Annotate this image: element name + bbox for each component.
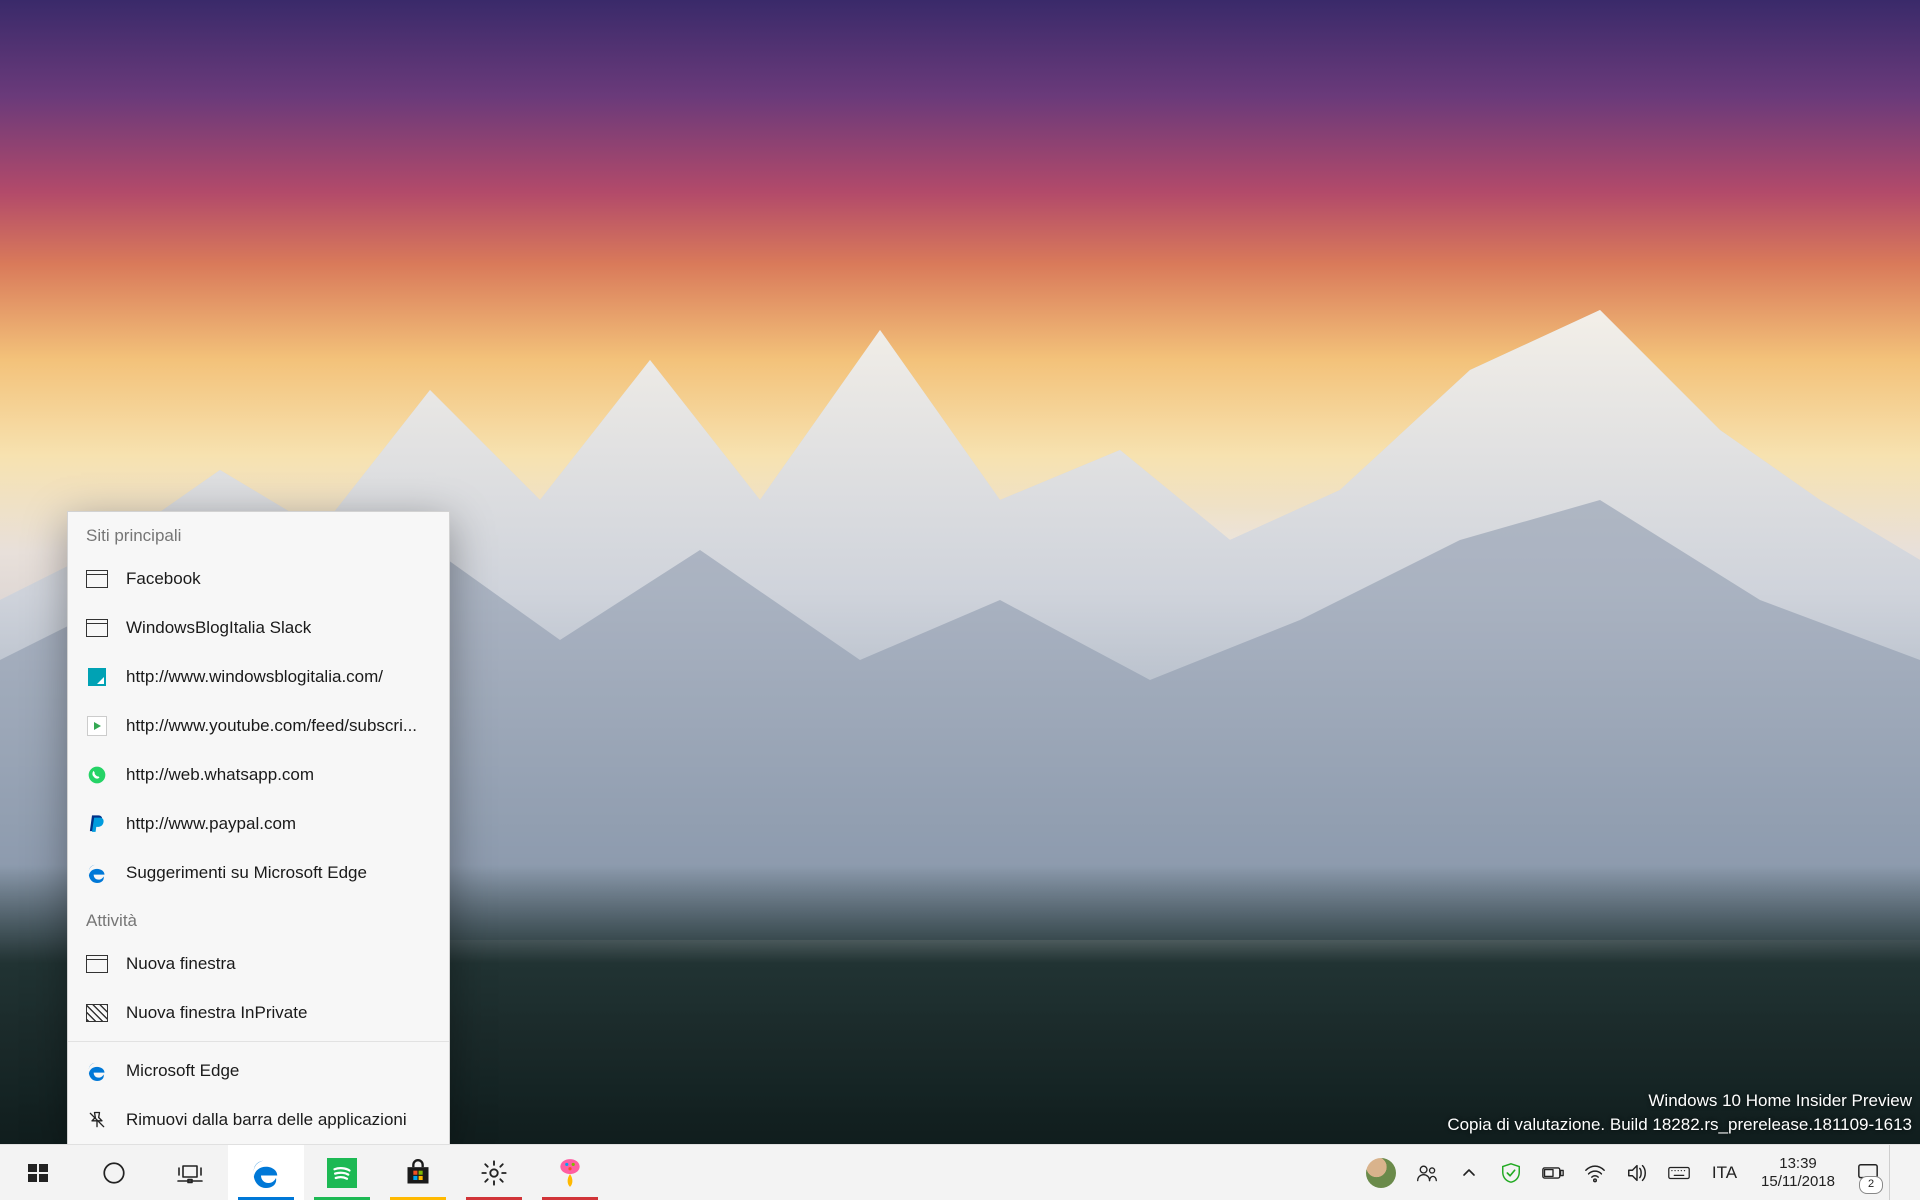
- jumplist-task-new-window[interactable]: Nuova finestra: [68, 939, 449, 988]
- taskbar: ITA 13:39 15/11/2018 2: [0, 1144, 1920, 1200]
- whatsapp-icon: [86, 764, 108, 786]
- tray-clock[interactable]: 13:39 15/11/2018: [1749, 1145, 1847, 1200]
- avatar-icon: [1366, 1158, 1396, 1188]
- taskbar-app-paint3d[interactable]: [532, 1145, 608, 1200]
- edge-jumplist: Siti principali Facebook WindowsBlogItal…: [67, 511, 450, 1145]
- taskbar-tray: ITA 13:39 15/11/2018 2: [1356, 1145, 1920, 1200]
- chevron-up-icon: [1458, 1162, 1480, 1184]
- jumplist-item-label: http://web.whatsapp.com: [126, 765, 314, 785]
- jumplist-app-name[interactable]: Microsoft Edge: [68, 1046, 449, 1095]
- jumplist-unpin[interactable]: Rimuovi dalla barra delle applicazioni: [68, 1095, 449, 1144]
- volume-icon: [1626, 1162, 1648, 1184]
- taskbar-app-edge[interactable]: [228, 1145, 304, 1200]
- jumplist-item-label: Nuova finestra: [126, 954, 236, 974]
- microsoft-store-icon: [403, 1158, 433, 1188]
- jumplist-item-label: http://www.windowsblogitalia.com/: [126, 667, 383, 687]
- notification-badge: 2: [1859, 1176, 1883, 1194]
- tray-keyboard[interactable]: [1658, 1145, 1700, 1200]
- edge-icon: [86, 862, 108, 884]
- jumplist-separator: [68, 1041, 449, 1042]
- taskbar-app-settings[interactable]: [456, 1145, 532, 1200]
- keyboard-icon: [1668, 1162, 1690, 1184]
- start-button[interactable]: [0, 1145, 76, 1200]
- jumplist-section-tasks: Attività: [68, 897, 449, 939]
- youtube-icon: [86, 715, 108, 737]
- wifi-icon: [1584, 1162, 1606, 1184]
- jumplist-item-windowsblogitalia[interactable]: http://www.windowsblogitalia.com/: [68, 652, 449, 701]
- jumplist-item-label: Suggerimenti su Microsoft Edge: [126, 863, 367, 883]
- edge-icon: [251, 1158, 281, 1188]
- jumplist-item-label: http://www.youtube.com/feed/subscri...: [126, 716, 417, 736]
- tray-battery[interactable]: [1532, 1145, 1574, 1200]
- taskbar-left: [0, 1145, 608, 1200]
- tray-action-center[interactable]: 2: [1847, 1145, 1889, 1200]
- jumplist-item-label: http://www.paypal.com: [126, 814, 296, 834]
- unpin-icon: [86, 1109, 108, 1131]
- clock-time: 13:39: [1779, 1155, 1817, 1172]
- people-icon: [1416, 1162, 1438, 1184]
- show-desktop-button[interactable]: [1889, 1145, 1920, 1200]
- jumplist-section-top-sites: Siti principali: [68, 512, 449, 554]
- jumplist-item-edge-tips[interactable]: Suggerimenti su Microsoft Edge: [68, 848, 449, 897]
- site-icon: [86, 666, 108, 688]
- taskbar-app-store[interactable]: [380, 1145, 456, 1200]
- jumplist-item-label: Microsoft Edge: [126, 1061, 239, 1081]
- tray-wifi[interactable]: [1574, 1145, 1616, 1200]
- task-view-button[interactable]: [152, 1145, 228, 1200]
- tray-volume[interactable]: [1616, 1145, 1658, 1200]
- jumplist-task-new-inprivate[interactable]: Nuova finestra InPrivate: [68, 988, 449, 1037]
- jumplist-item-youtube[interactable]: http://www.youtube.com/feed/subscri...: [68, 701, 449, 750]
- taskbar-app-spotify[interactable]: [304, 1145, 380, 1200]
- task-view-icon: [175, 1158, 205, 1188]
- edge-icon: [86, 1060, 108, 1082]
- jumplist-item-paypal[interactable]: http://www.paypal.com: [68, 799, 449, 848]
- cortana-button[interactable]: [76, 1145, 152, 1200]
- jumplist-item-label: Rimuovi dalla barra delle applicazioni: [126, 1110, 407, 1130]
- tray-security[interactable]: [1490, 1145, 1532, 1200]
- gear-icon: [479, 1158, 509, 1188]
- watermark-line2: Copia di valutazione. Build 18282.rs_pre…: [1447, 1113, 1912, 1138]
- jumplist-item-label: Nuova finestra InPrivate: [126, 1003, 307, 1023]
- paypal-icon: [86, 813, 108, 835]
- window-icon: [86, 953, 108, 975]
- tray-people[interactable]: [1406, 1145, 1448, 1200]
- clock-date: 15/11/2018: [1761, 1173, 1835, 1190]
- jumplist-item-facebook[interactable]: Facebook: [68, 554, 449, 603]
- tray-overflow[interactable]: [1448, 1145, 1490, 1200]
- jumplist-item-label: Facebook: [126, 569, 201, 589]
- inprivate-icon: [86, 1002, 108, 1024]
- page-icon: [86, 568, 108, 590]
- page-icon: [86, 617, 108, 639]
- cortana-circle-icon: [99, 1158, 129, 1188]
- windows-logo-icon: [23, 1158, 53, 1188]
- shield-icon: [1500, 1162, 1522, 1184]
- tray-language[interactable]: ITA: [1700, 1145, 1749, 1200]
- watermark-line1: Windows 10 Home Insider Preview: [1447, 1089, 1912, 1114]
- spotify-icon: [327, 1158, 357, 1188]
- battery-icon: [1542, 1162, 1564, 1184]
- jumplist-item-label: WindowsBlogItalia Slack: [126, 618, 311, 638]
- windows-watermark: Windows 10 Home Insider Preview Copia di…: [1447, 1089, 1912, 1138]
- jumplist-item-whatsapp[interactable]: http://web.whatsapp.com: [68, 750, 449, 799]
- language-label: ITA: [1712, 1163, 1737, 1183]
- tray-user-avatar[interactable]: [1356, 1145, 1406, 1200]
- jumplist-item-slack[interactable]: WindowsBlogItalia Slack: [68, 603, 449, 652]
- paint3d-icon: [555, 1158, 585, 1188]
